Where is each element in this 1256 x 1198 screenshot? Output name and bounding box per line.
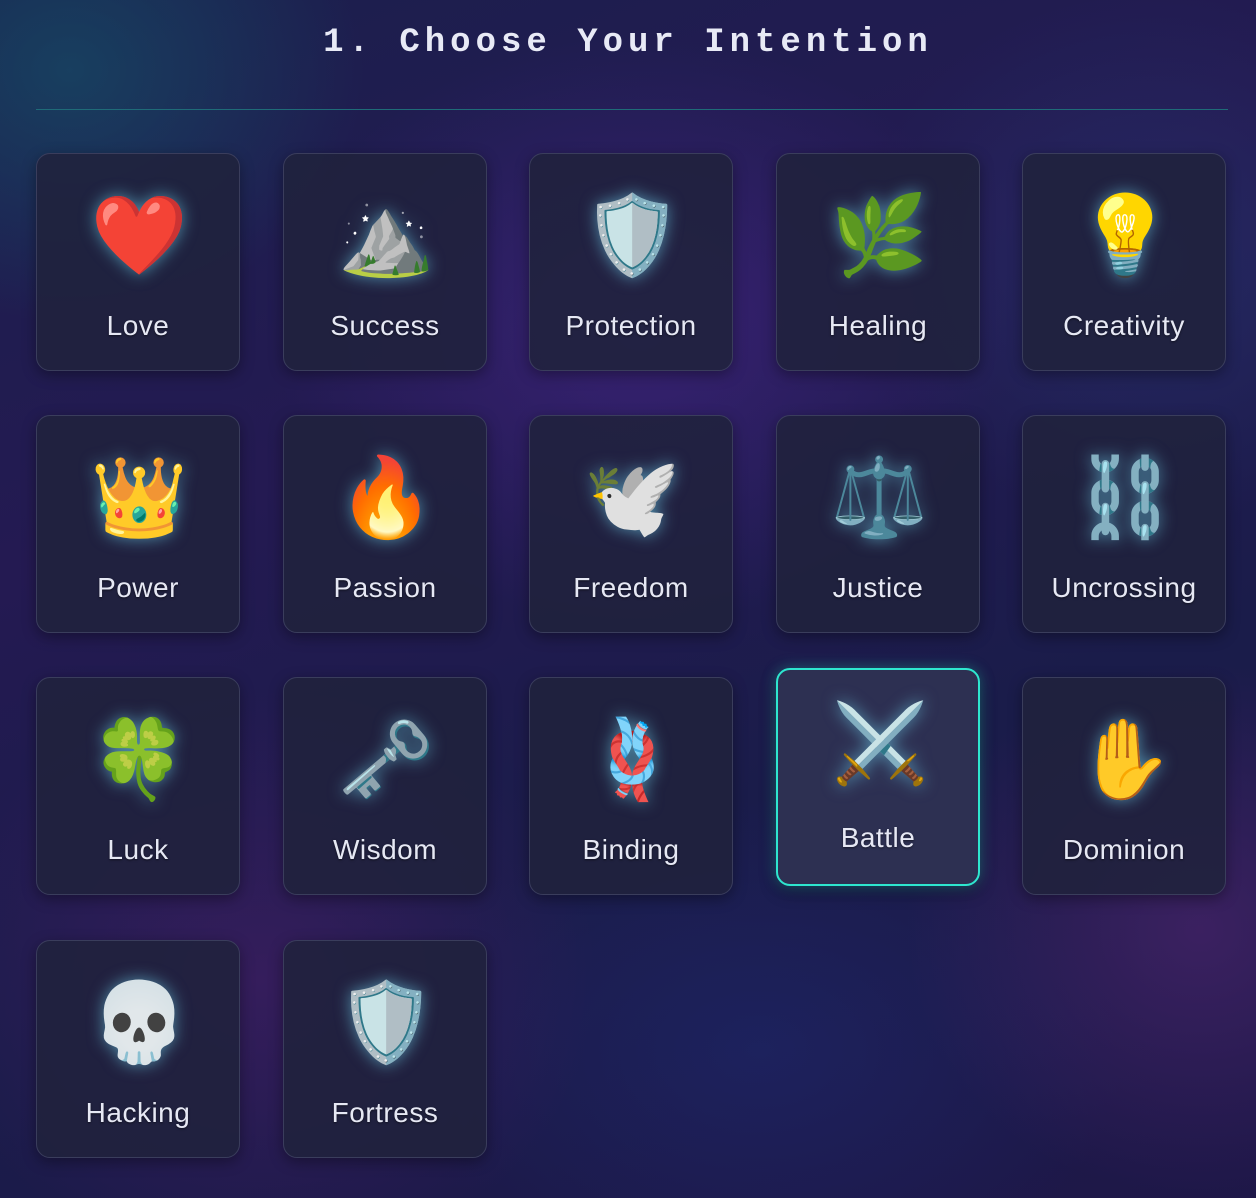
phoenix-bird-icon: 🕊️ bbox=[583, 453, 681, 541]
mountain-star-icon: ⛰️ bbox=[337, 191, 435, 279]
intention-label: Uncrossing bbox=[1051, 572, 1197, 603]
intention-label: Wisdom bbox=[332, 834, 438, 865]
divider bbox=[36, 109, 1228, 110]
intention-label: Passion bbox=[333, 572, 437, 603]
intention-label: Battle bbox=[840, 822, 916, 853]
page-title: 1. Choose Your Intention bbox=[323, 24, 933, 62]
lightbulb-icon: 💡 bbox=[1076, 191, 1174, 279]
intention-label: Success bbox=[330, 310, 440, 341]
skull-icon: 💀 bbox=[90, 978, 188, 1066]
heart-icon: ❤️ bbox=[90, 191, 188, 279]
intention-label: Justice bbox=[832, 572, 924, 603]
broken-chain-icon: ⛓️ bbox=[1076, 453, 1174, 541]
intention-label: Protection bbox=[565, 310, 697, 341]
intention-tile-protection[interactable]: 🛡️ Protection bbox=[529, 153, 733, 371]
intention-tile-success[interactable]: ⛰️ Success bbox=[283, 153, 487, 371]
shield-icon: 🛡️ bbox=[583, 191, 681, 279]
rope-knot-icon: 🪢 bbox=[583, 715, 681, 803]
four-leaf-clover-icon: 🍀 bbox=[90, 715, 188, 803]
intention-tile-binding[interactable]: 🪢 Binding bbox=[529, 677, 733, 895]
intention-tile-love[interactable]: ❤️ Love bbox=[36, 153, 240, 371]
intention-label: Power bbox=[97, 572, 179, 603]
intention-tile-healing[interactable]: 🌿 Healing bbox=[776, 153, 980, 371]
intention-label: Creativity bbox=[1063, 310, 1185, 341]
intention-label: Luck bbox=[107, 834, 169, 865]
intention-label: Dominion bbox=[1062, 834, 1186, 865]
intention-tile-luck[interactable]: 🍀 Luck bbox=[36, 677, 240, 895]
intention-label: Hacking bbox=[85, 1097, 191, 1128]
crown-icon: 👑 bbox=[90, 453, 188, 541]
scales-icon: ⚖️ bbox=[830, 453, 928, 541]
healing-leaf-icon: 🌿 bbox=[830, 191, 928, 279]
radiant-hand-icon: ✋ bbox=[1076, 715, 1174, 803]
intention-label: Fortress bbox=[331, 1097, 439, 1128]
flame-icon: 🔥 bbox=[337, 453, 435, 541]
eye-key-icon: 🗝️ bbox=[337, 715, 435, 803]
intention-label: Healing bbox=[828, 310, 928, 341]
intention-tile-fortress[interactable]: 🛡️ Fortress bbox=[283, 940, 487, 1158]
intention-label: Love bbox=[106, 310, 170, 341]
intention-tile-justice[interactable]: ⚖️ Justice bbox=[776, 415, 980, 633]
swords-shield-icon: ⚔️ bbox=[831, 699, 929, 787]
intention-label: Freedom bbox=[573, 572, 689, 603]
intention-tile-creativity[interactable]: 💡 Creativity bbox=[1022, 153, 1226, 371]
intention-label: Binding bbox=[582, 834, 680, 865]
intention-tile-wisdom[interactable]: 🗝️ Wisdom bbox=[283, 677, 487, 895]
intention-tile-passion[interactable]: 🔥 Passion bbox=[283, 415, 487, 633]
intention-tile-power[interactable]: 👑 Power bbox=[36, 415, 240, 633]
intention-tile-uncrossing[interactable]: ⛓️ Uncrossing bbox=[1022, 415, 1226, 633]
intention-tile-hacking[interactable]: 💀 Hacking bbox=[36, 940, 240, 1158]
intention-tile-battle[interactable]: ⚔️ Battle bbox=[776, 668, 980, 886]
intention-tile-freedom[interactable]: 🕊️ Freedom bbox=[529, 415, 733, 633]
intention-tile-dominion[interactable]: ✋ Dominion bbox=[1022, 677, 1226, 895]
hex-shield-icon: 🛡️ bbox=[337, 978, 435, 1066]
